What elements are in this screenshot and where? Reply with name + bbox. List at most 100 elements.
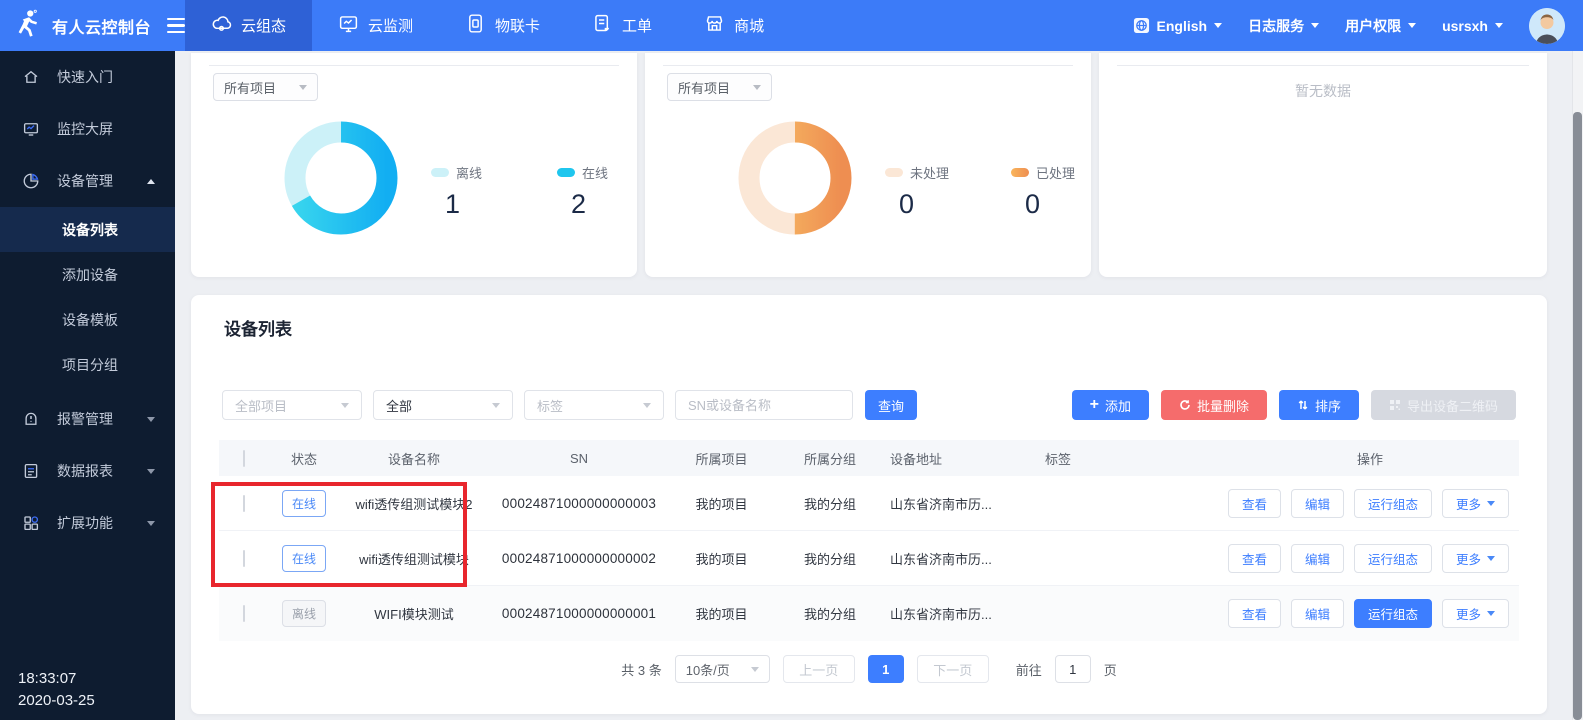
chevron-down-icon — [147, 417, 155, 422]
unprocessed-count: 0 — [899, 189, 977, 220]
row-checkbox[interactable] — [243, 495, 245, 512]
scrollbar-track[interactable] — [1572, 51, 1583, 720]
section-title: 设备列表 — [224, 315, 292, 340]
sidebar-item-extensions[interactable]: 扩展功能 — [0, 497, 175, 549]
sidebar-item-project-group[interactable]: 项目分组 — [0, 342, 175, 387]
pagination: 共 3 条 10条/页 上一页 1 下一页 前往 页 — [191, 655, 1547, 683]
export-qr-button[interactable]: 导出设备二维码 — [1371, 390, 1516, 420]
device-sn: 00024871000000000002 — [489, 551, 669, 566]
legend-offline: 离线 1 — [431, 163, 523, 220]
filter-project-select[interactable]: 全部项目 — [222, 390, 362, 420]
sidebar-item-device-template[interactable]: 设备模板 — [0, 297, 175, 342]
tab-iot-card[interactable]: 物联卡 — [439, 0, 566, 51]
select-all-checkbox[interactable] — [243, 450, 245, 467]
sort-button[interactable]: 排序 — [1279, 390, 1359, 420]
current-page-button[interactable]: 1 — [868, 655, 904, 683]
add-label: 添加 — [1105, 396, 1131, 415]
goto-page-input[interactable] — [1055, 655, 1091, 683]
clock-time: 18:33:07 — [18, 668, 95, 690]
sidebar-item-label: 设备模板 — [62, 310, 118, 330]
log-service-menu[interactable]: 日志服务 — [1248, 16, 1319, 36]
project-filter-value: 所有项目 — [678, 78, 730, 97]
scrollbar-thumb[interactable] — [1573, 112, 1582, 720]
legend-label: 未处理 — [910, 163, 949, 182]
edit-button[interactable]: 编辑 — [1291, 489, 1344, 518]
device-group: 我的分组 — [774, 549, 886, 568]
device-status-card: 所有项目 离线 1 在线 2 — [191, 53, 637, 277]
sidebar-item-quick-start[interactable]: 快速入门 — [0, 51, 175, 103]
goto-label: 前往 — [1016, 660, 1042, 679]
language-selector[interactable]: English — [1133, 17, 1223, 34]
sidebar-item-alarm-management[interactable]: 报警管理 — [0, 393, 175, 445]
avatar[interactable] — [1529, 8, 1565, 44]
device-address: 山东省济南市历... — [886, 494, 1041, 513]
search-button[interactable]: 查询 — [865, 390, 917, 420]
device-address: 山东省济南市历... — [886, 604, 1041, 623]
unprocessed-swatch — [885, 168, 903, 177]
prev-page-button[interactable]: 上一页 — [783, 655, 855, 683]
col-status: 状态 — [269, 449, 339, 468]
sidebar-clock: 18:33:07 2020-03-25 — [18, 668, 95, 712]
sidebar-item-device-list[interactable]: 设备列表 — [0, 207, 175, 252]
project-filter-select[interactable]: 所有项目 — [667, 73, 772, 101]
chevron-down-icon — [299, 85, 307, 90]
run-scada-button[interactable]: 运行组态 — [1354, 489, 1432, 518]
view-button[interactable]: 查看 — [1228, 599, 1281, 628]
next-page-button[interactable]: 下一页 — [917, 655, 989, 683]
sn-search-input[interactable] — [675, 390, 853, 420]
row-checkbox[interactable] — [243, 605, 245, 622]
device-project: 我的项目 — [669, 494, 774, 513]
more-button[interactable]: 更多 — [1442, 599, 1509, 628]
goto-page-suffix: 页 — [1104, 660, 1117, 679]
device-sn: 00024871000000000001 — [489, 606, 669, 621]
filter-status-select[interactable]: 全部 — [373, 390, 513, 420]
device-sn: 00024871000000000003 — [489, 496, 669, 511]
device-group: 我的分组 — [774, 604, 886, 623]
user-permission-menu[interactable]: 用户权限 — [1345, 16, 1416, 36]
chevron-down-icon — [751, 667, 759, 672]
view-button[interactable]: 查看 — [1228, 489, 1281, 518]
tab-label: 商城 — [734, 15, 764, 36]
run-scada-button[interactable]: 运行组态 — [1354, 599, 1432, 628]
tab-work-order[interactable]: 工单 — [566, 0, 678, 51]
add-device-button[interactable]: + 添加 — [1072, 390, 1149, 420]
tab-store[interactable]: 商城 — [678, 0, 790, 51]
sidebar-item-device-management[interactable]: 设备管理 — [0, 155, 175, 207]
device-name: wifi透传组测试模块2 — [339, 494, 489, 513]
view-button[interactable]: 查看 — [1228, 544, 1281, 573]
batch-delete-button[interactable]: 批量删除 — [1161, 390, 1267, 420]
log-service-label: 日志服务 — [1248, 16, 1304, 36]
processed-swatch — [1011, 168, 1029, 177]
home-icon — [22, 68, 40, 86]
monitor-icon — [338, 13, 359, 38]
alarm-status-donut-chart — [730, 113, 860, 243]
store-icon — [704, 13, 725, 38]
row-checkbox[interactable] — [243, 550, 245, 567]
edit-button[interactable]: 编辑 — [1291, 599, 1344, 628]
globe-icon — [1133, 17, 1150, 34]
alarm-status-card: 所有项目 未处理 0 已处理 0 — [645, 53, 1091, 277]
refresh-icon — [1179, 399, 1191, 411]
clock-date: 2020-03-25 — [18, 690, 95, 712]
tab-cloud-scada[interactable]: 云组态 — [185, 0, 312, 51]
more-button[interactable]: 更多 — [1442, 544, 1509, 573]
filter-tag-select[interactable]: 标签 — [524, 390, 664, 420]
chevron-down-icon — [1487, 556, 1495, 561]
project-filter-select[interactable]: 所有项目 — [213, 73, 318, 101]
filter-status-value: 全部 — [386, 396, 412, 415]
sidebar-item-add-device[interactable]: 添加设备 — [0, 252, 175, 297]
device-table: 状态 设备名称 SN 所属项目 所属分组 设备地址 标签 操作 在线 wifi透… — [219, 440, 1519, 641]
divider — [663, 65, 1073, 66]
hamburger-menu-icon[interactable] — [167, 18, 185, 34]
sidebar-item-monitor-screen[interactable]: 监控大屏 — [0, 103, 175, 155]
page-size-select[interactable]: 10条/页 — [675, 655, 770, 683]
tab-cloud-monitor[interactable]: 云监测 — [312, 0, 439, 51]
username-menu[interactable]: usrsxh — [1442, 18, 1503, 34]
sidebar-item-data-report[interactable]: 数据报表 — [0, 445, 175, 497]
more-button[interactable]: 更多 — [1442, 489, 1509, 518]
edit-button[interactable]: 编辑 — [1291, 544, 1344, 573]
legend-label: 离线 — [456, 163, 482, 182]
run-scada-button[interactable]: 运行组态 — [1354, 544, 1432, 573]
no-data-text: 暂无数据 — [1099, 81, 1547, 101]
nav-tabs: 云组态 云监测 物联卡 — [185, 0, 790, 51]
